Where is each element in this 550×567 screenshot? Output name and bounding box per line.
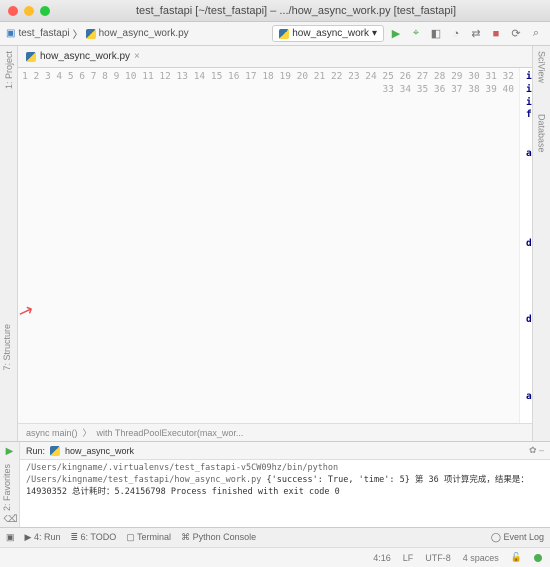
editor-breadcrumb[interactable]: async main() 〉 with ThreadPoolExecutor(m… [18, 423, 532, 441]
structure-tab[interactable]: 7: Structure [0, 320, 14, 375]
minimize-window-button[interactable] [24, 6, 34, 16]
python-file-icon [86, 29, 96, 39]
run-config-name: how_async_work [65, 446, 134, 456]
sciview-tab[interactable]: SciView [537, 48, 547, 86]
line-numbers: 1 2 3 4 5 6 7 8 9 10 11 12 13 14 15 16 1… [18, 68, 520, 423]
search-button[interactable]: ⌕ [528, 26, 544, 42]
database-tab[interactable]: Database [537, 111, 547, 156]
file-encoding[interactable]: UTF-8 [425, 553, 451, 563]
editor-tab[interactable]: how_async_work.py × [18, 46, 532, 68]
settings-icon[interactable]: ✿ – [529, 445, 544, 456]
run-config-selector[interactable]: how_async_work ▾ [272, 25, 384, 42]
chevron-down-icon: ▾ [372, 28, 377, 39]
window-controls [8, 6, 50, 16]
run-output[interactable]: /Users/kingname/.virtualenvs/test_fastap… [20, 460, 550, 527]
python-file-icon [26, 52, 36, 62]
favorites-tab[interactable]: 2: Favorites [0, 460, 14, 515]
run-panel: ▶ ■ ≡ 🖶 ⌫ Run: how_async_work ✿ – /Users… [0, 441, 550, 527]
clear-button[interactable]: ⌫ [4, 514, 16, 526]
editor: how_async_work.py × 1 2 3 4 5 6 7 8 9 10… [18, 46, 532, 441]
close-tab-icon[interactable]: × [134, 51, 140, 62]
left-gutter: 1: Project [0, 46, 18, 441]
crumb-project[interactable]: test_fastapi [18, 28, 69, 39]
crumb-file[interactable]: how_async_work.py [99, 28, 189, 39]
titlebar: test_fastapi [~/test_fastapi] – .../how_… [0, 0, 550, 22]
main-area: 1: Project how_async_work.py × 1 2 3 4 5… [0, 46, 550, 441]
line-separator[interactable]: LF [403, 553, 414, 563]
breadcrumb[interactable]: ▣ test_fastapi 〉 how_async_work.py [6, 26, 268, 41]
stop-button[interactable]: ■ [488, 26, 504, 42]
editor-tab-label: how_async_work.py [40, 51, 130, 62]
inspection-indicator[interactable] [534, 554, 542, 562]
run-button[interactable]: ▶ [388, 26, 404, 42]
cursor-position[interactable]: 4:16 [373, 553, 391, 563]
terminal-tool-tab[interactable]: ▢ Terminal [126, 532, 171, 543]
run-config-label: how_async_work [292, 28, 369, 39]
messages-icon[interactable]: ▣ [6, 532, 15, 543]
chevron-right-icon: 〉 [73, 26, 83, 41]
run-tab-header: Run: how_async_work ✿ – [20, 442, 550, 460]
bottom-tool-bar: ▣ ▶ 4: Run ≣ 6: TODO ▢ Terminal ⌘ Python… [0, 527, 550, 547]
run-tool-tab[interactable]: ▶ 4: Run [25, 532, 61, 543]
folder-icon: ▣ [6, 28, 15, 39]
breadcrumb-item[interactable]: with ThreadPoolExecutor(max_wor... [97, 428, 244, 438]
project-tool-window-tab[interactable]: 1: Project [4, 48, 14, 92]
todo-tool-tab[interactable]: ≣ 6: TODO [70, 532, 116, 543]
code-content[interactable]: import aiohttp import asyncio import tim… [520, 68, 532, 423]
vcs-button[interactable]: ⟳ [508, 26, 524, 42]
python-console-tool-tab[interactable]: ⌘ Python Console [181, 532, 256, 543]
python-file-icon [279, 29, 289, 39]
close-window-button[interactable] [8, 6, 18, 16]
run-label: Run: [26, 446, 45, 456]
debug-button[interactable]: ⌖ [408, 26, 424, 42]
indent-indicator[interactable]: 4 spaces [463, 553, 499, 563]
python-file-icon [50, 446, 60, 456]
status-bar: 4:16 LF UTF-8 4 spaces 🔓 [0, 547, 550, 567]
right-gutter: SciView Database [532, 46, 550, 441]
chevron-right-icon: 〉 [83, 426, 92, 439]
concurrency-button[interactable]: ⇄ [468, 26, 484, 42]
event-log-tab[interactable]: ◯ Event Log [491, 532, 544, 543]
run-content: Run: how_async_work ✿ – /Users/kingname/… [20, 442, 550, 527]
profile-button[interactable]: ◔ [448, 26, 464, 42]
toolbar: ▣ test_fastapi 〉 how_async_work.py how_a… [0, 22, 550, 46]
code-area[interactable]: 1 2 3 4 5 6 7 8 9 10 11 12 13 14 15 16 1… [18, 68, 532, 423]
window-title: test_fastapi [~/test_fastapi] – .../how_… [50, 5, 542, 17]
maximize-window-button[interactable] [40, 6, 50, 16]
breadcrumb-item[interactable]: async main() [26, 428, 78, 438]
rerun-button[interactable]: ▶ [4, 446, 16, 458]
coverage-button[interactable]: ◧ [428, 26, 444, 42]
read-only-icon[interactable]: 🔓 [511, 552, 522, 563]
